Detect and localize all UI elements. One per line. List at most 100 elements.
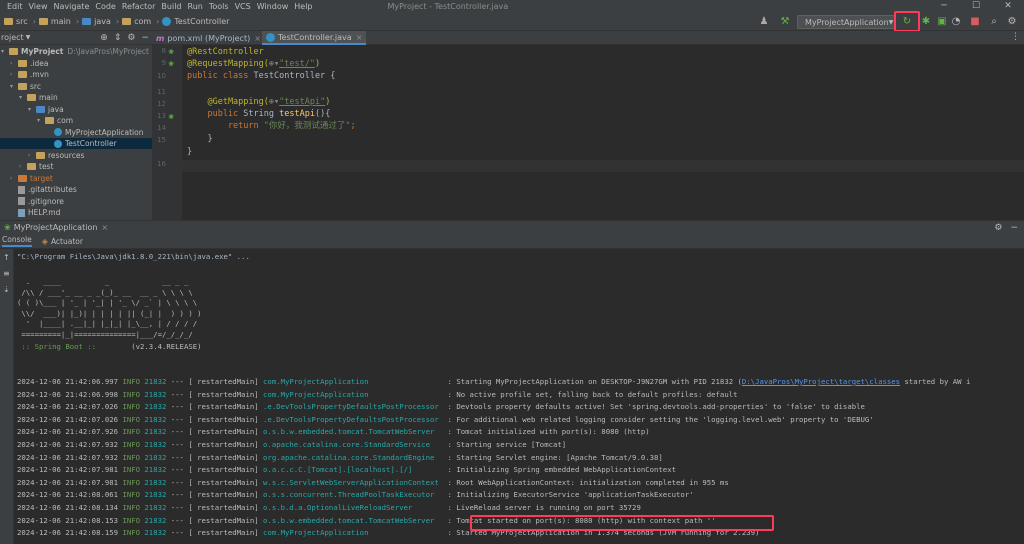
settings-icon[interactable]: ⚙ (1006, 16, 1018, 28)
tree-item[interactable]: › resources (0, 150, 84, 161)
file-icon (18, 197, 25, 205)
breadcrumb-item[interactable]: main › (38, 17, 79, 26)
profile-icon[interactable]: ◔ (950, 16, 962, 28)
menu-window[interactable]: Window (254, 2, 292, 11)
close-icon[interactable]: ✕ (992, 0, 1024, 13)
collapse-arrow-icon[interactable]: › (10, 60, 18, 67)
menu-refactor[interactable]: Refactor (119, 2, 159, 11)
expand-arrow-icon[interactable]: ▾ (19, 94, 27, 101)
expand-arrow-icon[interactable]: ▾ (28, 106, 36, 113)
actuator-icon: ◈ (41, 236, 48, 246)
menu-tools[interactable]: Tools (206, 2, 232, 11)
breadcrumb-item[interactable]: java › (82, 17, 119, 26)
menu-vcs[interactable]: VCS (232, 2, 254, 11)
highlight-box-rerun (894, 11, 920, 32)
hide-icon[interactable]: − (141, 33, 149, 43)
spring-bean-icon[interactable]: ❀ (167, 60, 175, 68)
stop-icon[interactable]: ■ (969, 16, 981, 28)
user-icon[interactable]: ♟ (758, 16, 770, 28)
expand-arrow-icon[interactable]: ▾ (10, 83, 18, 90)
menu-build[interactable]: Build (158, 2, 184, 11)
tab-console[interactable]: Console (2, 235, 32, 247)
tree-item[interactable]: .gitattributes (0, 184, 77, 195)
tree-item-label: test (39, 162, 54, 171)
line-number: 15 (157, 136, 166, 144)
tree-item[interactable]: MyProjectApplication (0, 127, 143, 138)
tree-item[interactable]: TestController (0, 138, 152, 149)
scroll-end-icon[interactable]: ⇣ (3, 285, 10, 294)
expand-arrow-icon[interactable]: ▾ (37, 117, 45, 124)
tree-item-label: .idea (30, 58, 49, 68)
build-hammer-icon[interactable]: ⚒ (779, 16, 791, 28)
menu-help[interactable]: Help (291, 2, 315, 11)
spring-banner-line: . ____ _ __ _ _ (17, 277, 189, 286)
collapse-arrow-icon[interactable]: › (10, 175, 18, 182)
window-controls: ─ ☐ ✕ (928, 0, 1024, 13)
breadcrumb-item[interactable]: com › (122, 17, 159, 26)
menu-edit[interactable]: Edit (0, 2, 26, 11)
code-editor[interactable]: @RestController @RequestMapping(⊕▾"test/… (182, 45, 1024, 220)
collapse-arrow-icon[interactable]: › (19, 163, 27, 170)
tab-pom-xml[interactable]: m pom.xml (MyProject) × (152, 31, 265, 45)
tree-item[interactable]: .gitignore (0, 196, 64, 207)
tree-item[interactable]: › target (0, 173, 53, 184)
link-icon[interactable]: ⊕▾ (269, 97, 279, 107)
close-tab-icon[interactable]: × (254, 34, 261, 43)
tree-item[interactable]: › .idea (0, 58, 48, 69)
debug-icon[interactable]: ✱ (920, 16, 932, 28)
run-tab[interactable]: MyProjectApplication (14, 223, 98, 232)
search-icon[interactable]: ⌕ (988, 16, 1000, 28)
tab-actuator[interactable]: Actuator (51, 237, 83, 246)
tree-item[interactable]: ▾ MyProject D:\JavaPros\MyProject (0, 46, 149, 57)
folder-icon (38, 18, 48, 25)
tree-item-label: .gitignore (28, 196, 64, 206)
breadcrumb-item[interactable]: TestController (162, 17, 229, 26)
link-icon[interactable]: ⊕▾ (269, 59, 279, 69)
spring-bean-icon[interactable]: ❀ (167, 113, 175, 121)
collapse-icon[interactable]: ⇕ (114, 33, 122, 43)
coverage-icon[interactable]: ▣ (936, 16, 948, 28)
breadcrumb-item[interactable]: src › (4, 17, 36, 26)
code-line: } (187, 134, 213, 144)
menu-navigate[interactable]: Navigate (50, 2, 92, 11)
tree-item[interactable]: › .mvn (0, 69, 49, 80)
folder-icon (18, 71, 27, 78)
gear-icon[interactable]: ⚙ (994, 223, 1002, 233)
hide-icon[interactable]: − (1010, 223, 1018, 233)
tree-item[interactable]: ▾ src (0, 81, 41, 92)
run-configuration-select[interactable]: MyProjectApplication ▼ (797, 15, 895, 29)
up-arrow-icon[interactable]: ↑ (3, 253, 10, 262)
spring-bean-icon[interactable]: ❀ (167, 48, 175, 56)
collapse-arrow-icon[interactable]: › (10, 71, 18, 78)
minimize-icon[interactable]: ─ (928, 0, 960, 13)
tree-item[interactable]: HELP.md (0, 207, 60, 218)
collapse-arrow-icon[interactable]: › (28, 152, 36, 159)
console-output[interactable]: "C:\Program Files\Java\jdk1.8.0_221\bin\… (14, 249, 1024, 544)
line-number: 8 (161, 47, 166, 55)
wrap-icon[interactable]: ≡ (3, 269, 10, 278)
tree-item[interactable]: ▾ main (0, 92, 58, 103)
log-line: 2024-12-06 21:42:07.981 INFO 21832 --- [… (17, 477, 729, 487)
file-icon (18, 185, 25, 194)
close-tab-icon[interactable]: × (356, 33, 363, 42)
spring-banner-line: ( ( )\___ | '_ | '_| | '_ \/ _` | \ \ \ … (17, 298, 198, 307)
more-tabs-icon[interactable]: ⋮ (1011, 32, 1020, 42)
editor-gutter: 8 ❀ 9 ❀ 10 11 12 13 ❀ 14 15 16 (152, 45, 182, 220)
project-panel-title[interactable]: roject (1, 33, 24, 42)
tab-testcontroller[interactable]: TestController.java × (262, 31, 367, 45)
tree-item[interactable]: ▾ java (0, 104, 64, 115)
maximize-icon[interactable]: ☐ (960, 0, 992, 13)
close-tab-icon[interactable]: × (101, 223, 108, 232)
locate-icon[interactable]: ⊕ (100, 33, 108, 43)
menu-code[interactable]: Code (92, 2, 118, 11)
class-icon (54, 128, 62, 136)
tree-item[interactable]: › test (0, 161, 53, 172)
chevron-down-icon[interactable]: ▼ (26, 34, 31, 41)
menu-run[interactable]: Run (185, 2, 206, 11)
tree-item[interactable]: ▾ com (0, 115, 73, 126)
spring-app-icon: ❀ (4, 223, 11, 232)
code-line: return "你好，我测试通过了"; (187, 121, 356, 131)
gear-icon[interactable]: ⚙ (127, 33, 135, 43)
menu-view[interactable]: View (26, 2, 51, 11)
expand-arrow-icon[interactable]: ▾ (1, 48, 9, 55)
